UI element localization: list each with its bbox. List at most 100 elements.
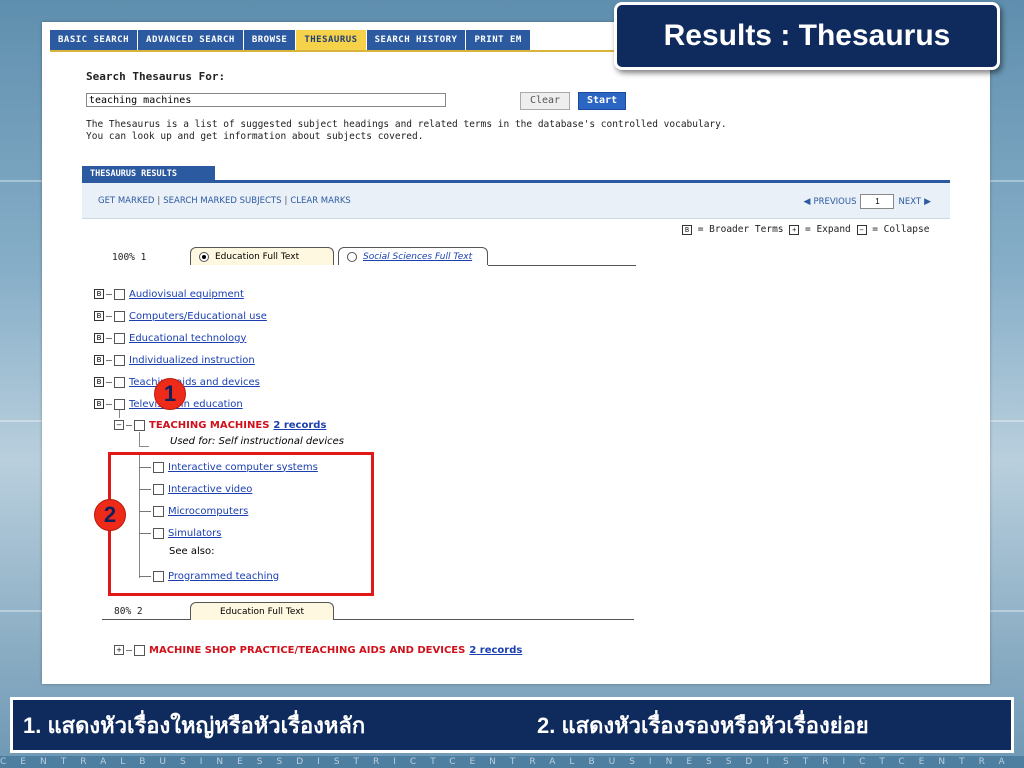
broader-term-link[interactable]: Computers/Educational use: [129, 311, 267, 322]
main-term-row: − TEACHING MACHINES 2 records: [114, 418, 326, 432]
broader-term-link[interactable]: Teaching aids and devices: [129, 377, 260, 388]
broader-term-icon[interactable]: B: [94, 355, 104, 365]
tree-row-broader: B Audiovisual equipment: [94, 287, 244, 301]
description-line-2: You can look up and get information abou…: [86, 131, 424, 142]
slide-title: Results : Thesaurus: [614, 2, 1000, 70]
broader-term-link[interactable]: Individualized instruction: [129, 355, 255, 366]
narrower-terms-highlight: [108, 452, 374, 596]
legend-expand: = Expand: [805, 224, 851, 235]
tab-search-history[interactable]: SEARCH HISTORY: [366, 30, 467, 50]
separator: |: [157, 196, 161, 206]
previous-arrow-icon[interactable]: ◀: [801, 197, 814, 207]
radio-selected-icon[interactable]: [199, 251, 209, 262]
tab-education-full-text-2[interactable]: Education Full Text: [190, 602, 334, 620]
tree-connector: [106, 337, 112, 339]
relevance-percent-2: 80% 2: [114, 606, 143, 617]
tab-education-full-text[interactable]: Education Full Text: [190, 247, 334, 265]
tree-connector: [106, 293, 112, 295]
legend-collapse: = Collapse: [872, 224, 930, 235]
search-label: Search Thesaurus For:: [86, 70, 226, 83]
collapse-icon[interactable]: −: [114, 420, 124, 430]
broader-term-icon[interactable]: B: [94, 399, 104, 409]
bottom-caption: 1. แสดงหัวเรื่องใหญ่หรือหัวเรื่องหลัก 2.…: [10, 697, 1014, 753]
tree-connector: [106, 403, 112, 405]
next-arrow-icon[interactable]: ▶: [921, 197, 934, 207]
legend-broader: = Broader Terms: [697, 224, 784, 235]
marking-links: GET MARKED | SEARCH MARKED SUBJECTS | CLEAR …: [98, 196, 351, 206]
separator: |: [284, 196, 288, 206]
footer-strip: CENTRALBUSINESSDISTRICTCENTRALBUSINESSDI…: [0, 756, 1024, 768]
db-tab-label: Education Full Text: [215, 251, 300, 262]
tab-underline: [102, 619, 190, 620]
term-checkbox[interactable]: [114, 332, 125, 344]
tree-connector: [126, 649, 132, 651]
term-checkbox[interactable]: [114, 354, 125, 366]
caption-main-headings: 1. แสดงหัวเรื่องใหญ่หรือหัวเรื่องหลัก: [23, 712, 366, 738]
term-checkbox[interactable]: [114, 376, 125, 388]
term-checkbox[interactable]: [134, 419, 145, 431]
tree-row-broader: B Computers/Educational use: [94, 309, 267, 323]
description-line-1: The Thesaurus is a list of suggested sub…: [86, 119, 727, 130]
records-link[interactable]: 2 records: [273, 420, 326, 431]
tab-stripe: [50, 50, 650, 52]
relevance-percent-1: 100% 1: [112, 252, 147, 263]
broader-term-icon[interactable]: B: [94, 377, 104, 387]
tree-line: [119, 410, 120, 418]
broader-terms-icon: B: [682, 224, 692, 235]
expand-icon: +: [789, 224, 800, 235]
tree-row-broader: B Educational technology: [94, 331, 246, 345]
broader-term-icon[interactable]: B: [94, 333, 104, 343]
search-input[interactable]: [86, 93, 446, 107]
get-marked-link[interactable]: GET MARKED: [98, 196, 154, 206]
records-link[interactable]: 2 records: [469, 645, 522, 656]
tree-row-broader: B Individualized instruction: [94, 353, 255, 367]
pager: ◀ PREVIOUS NEXT ▶: [801, 194, 934, 209]
tree-connector: [106, 359, 112, 361]
tab-underline: [488, 265, 636, 266]
callout-2: 2: [94, 499, 126, 531]
broader-term-link[interactable]: Educational technology: [129, 333, 246, 344]
caption-sub-headings: 2. แสดงหัวเรื่องรองหรือหัวเรื่องย่อย: [537, 712, 869, 738]
tree-connector: [106, 315, 112, 317]
next-link[interactable]: NEXT: [898, 197, 921, 207]
tree-connector: [126, 424, 132, 426]
main-term: TEACHING MACHINES: [149, 419, 270, 431]
tab-social-sciences-full-text[interactable]: Social Sciences Full Text: [338, 247, 488, 265]
group2-term: MACHINE SHOP PRACTICE/TEACHING AIDS AND …: [149, 644, 466, 656]
broader-term-link[interactable]: Audiovisual equipment: [129, 289, 244, 300]
clear-button[interactable]: Clear: [520, 92, 570, 110]
broader-term-icon[interactable]: B: [94, 311, 104, 321]
broader-term-icon[interactable]: B: [94, 289, 104, 299]
callout-1: 1: [154, 378, 186, 410]
tab-basic-search[interactable]: BASIC SEARCH: [50, 30, 139, 50]
tree-connector: [106, 381, 112, 383]
page-number-input[interactable]: [860, 194, 895, 209]
tab-underline: [334, 619, 634, 620]
db-tab-label: Education Full Text: [219, 606, 305, 617]
start-button[interactable]: Start: [578, 92, 626, 110]
screenshot-panel: BASIC SEARCH ADVANCED SEARCH BROWSE THES…: [42, 22, 990, 684]
previous-link[interactable]: PREVIOUS: [813, 197, 856, 207]
db-tab-link[interactable]: Social Sciences Full Text: [363, 252, 472, 262]
group2-term-row: + MACHINE SHOP PRACTICE/TEACHING AIDS AND…: [114, 643, 522, 657]
clear-marks-link[interactable]: CLEAR MARKS: [290, 196, 351, 206]
thesaurus-results-tab: THESAURUS RESULTS: [82, 166, 215, 181]
expand-icon[interactable]: +: [114, 645, 124, 655]
term-checkbox[interactable]: [114, 288, 125, 300]
tab-advanced-search[interactable]: ADVANCED SEARCH: [138, 30, 244, 50]
tree-legend: B = Broader Terms + = Expand − = Collaps…: [682, 224, 929, 235]
tree-line: [139, 446, 149, 447]
term-checkbox[interactable]: [134, 644, 145, 656]
search-marked-subjects-link[interactable]: SEARCH MARKED SUBJECTS: [163, 196, 281, 206]
radio-unselected-icon[interactable]: [347, 251, 357, 262]
term-checkbox[interactable]: [114, 310, 125, 322]
tab-browse[interactable]: BROWSE: [243, 30, 297, 50]
term-checkbox[interactable]: [114, 398, 125, 410]
tab-thesaurus[interactable]: THESAURUS: [296, 30, 367, 50]
tab-print-email[interactable]: PRINT EM: [466, 30, 531, 50]
used-for-text: Used for: Self instructional devices: [170, 436, 344, 447]
tree-line: [139, 432, 140, 446]
results-toolbar: GET MARKED | SEARCH MARKED SUBJECTS | CLEAR …: [82, 183, 950, 219]
broader-term-link[interactable]: Television in education: [129, 399, 243, 410]
thesaurus-description: The Thesaurus is a list of suggested sub…: [86, 119, 727, 143]
